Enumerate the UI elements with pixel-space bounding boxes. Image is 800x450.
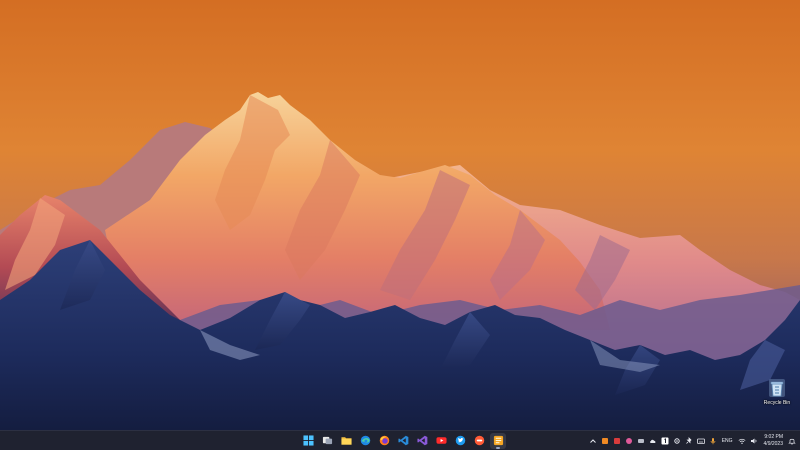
- onedrive-tray[interactable]: [648, 435, 658, 447]
- file-explorer-button[interactable]: [338, 433, 354, 449]
- twitter-button[interactable]: [452, 433, 468, 449]
- notes-icon: [493, 435, 503, 446]
- wifi-tray[interactable]: [737, 435, 747, 447]
- keyboard-tray[interactable]: [696, 435, 706, 447]
- pin-icon: [685, 436, 692, 444]
- firefox-button[interactable]: [376, 433, 392, 449]
- firefox-icon: [379, 435, 389, 446]
- tray-app-red[interactable]: [612, 435, 622, 447]
- recycle-bin-icon: [769, 379, 785, 397]
- mountain-wallpaper: [0, 0, 800, 430]
- twitter-icon: [455, 435, 465, 446]
- tray-app-gray[interactable]: [636, 435, 646, 447]
- edge-button[interactable]: [357, 433, 373, 449]
- gray-app-icon: [637, 438, 644, 443]
- taskbar-apps: [300, 431, 506, 450]
- settings-tray[interactable]: [672, 435, 682, 447]
- chevron-up-icon: [589, 438, 596, 443]
- recycle-bin-shortcut[interactable]: Recycle Bin: [759, 376, 795, 410]
- taskbar: ENG 9:02 PM 4/9/2023: [0, 430, 800, 450]
- microphone-tray[interactable]: [708, 435, 718, 447]
- gear-icon: [673, 437, 680, 444]
- orange-app-icon: [601, 437, 608, 444]
- desktop[interactable]: Recycle Bin: [0, 0, 800, 430]
- app-orange-button[interactable]: [471, 433, 487, 449]
- badge-one-icon: [661, 437, 669, 444]
- language-indicator[interactable]: ENG: [722, 438, 733, 444]
- microphone-icon: [710, 437, 716, 444]
- speaker-icon: [750, 438, 756, 443]
- youtube-button[interactable]: [433, 433, 449, 449]
- keyboard-icon: [696, 438, 705, 444]
- tray-app-pink[interactable]: [624, 435, 634, 447]
- bell-icon: [788, 438, 796, 445]
- vscode-icon: [397, 435, 408, 446]
- folder-icon: [340, 437, 352, 445]
- circle-app-icon: [474, 435, 484, 446]
- task-view-button[interactable]: [319, 433, 335, 449]
- notes-app-button[interactable]: [490, 432, 506, 449]
- notification-center-button[interactable]: [787, 435, 797, 447]
- recycle-bin-label: Recycle Bin: [763, 400, 791, 406]
- show-hidden-icons-button[interactable]: [588, 435, 598, 447]
- windows-logo-icon: [302, 435, 314, 446]
- tray-app-orange[interactable]: [600, 435, 610, 447]
- red-app-icon: [613, 437, 620, 444]
- running-indicator: [496, 447, 500, 449]
- visual-studio-icon: [416, 435, 427, 446]
- edge-icon: [360, 435, 370, 446]
- clock[interactable]: 9:02 PM 4/9/2023: [764, 434, 783, 447]
- system-tray: ENG 9:02 PM 4/9/2023: [587, 431, 800, 450]
- visual-studio-button[interactable]: [414, 433, 430, 449]
- pin-tray[interactable]: [684, 435, 694, 447]
- cloud-icon: [649, 439, 656, 443]
- task-view-icon: [322, 436, 332, 445]
- clock-date: 4/9/2023: [763, 440, 783, 447]
- volume-tray[interactable]: [749, 435, 759, 447]
- wifi-icon: [738, 438, 746, 444]
- pink-app-icon: [625, 437, 632, 444]
- start-button[interactable]: [300, 433, 316, 449]
- tray-app-number[interactable]: [660, 435, 670, 447]
- youtube-icon: [435, 437, 447, 444]
- vscode-button[interactable]: [395, 433, 411, 449]
